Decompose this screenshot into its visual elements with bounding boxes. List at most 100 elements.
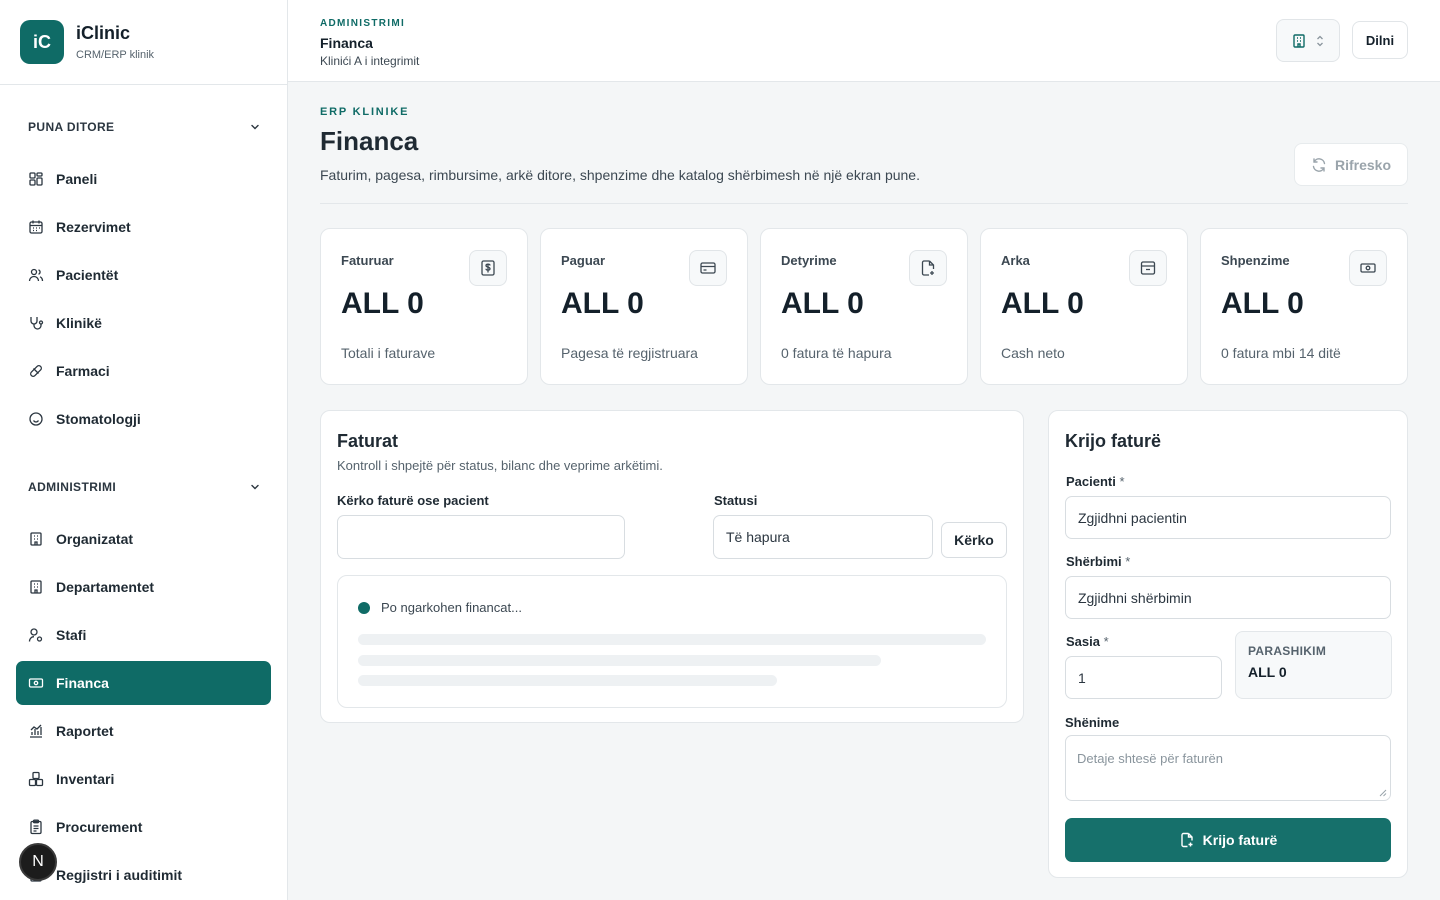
notes-label: Shënime xyxy=(1065,715,1120,730)
brand-subtitle: CRM/ERP klinik xyxy=(76,49,155,61)
chevron-down-icon xyxy=(251,484,259,490)
sidebar-item-organizatat[interactable]: Organizatat xyxy=(16,517,271,561)
sidebar-item-rezervimet[interactable]: Rezervimet xyxy=(16,205,271,249)
user-avatar[interactable]: N xyxy=(19,843,57,881)
create-invoice-button[interactable]: Krijo faturë xyxy=(1065,818,1391,862)
banknote-icon xyxy=(28,678,44,688)
invoices-subtitle: Kontroll i shpejtë për status, bilanc dh… xyxy=(337,458,663,473)
brand-name: iClinic xyxy=(76,23,131,43)
service-select[interactable]: Zgjidhni shërbimin xyxy=(1065,576,1391,619)
brand-logo: iC xyxy=(20,20,64,64)
refresh-label: Rifresko xyxy=(1334,156,1392,173)
skeleton-bar xyxy=(358,634,986,645)
preview-value: ALL 0 xyxy=(1248,664,1287,680)
preview-label: PARASHIKIM xyxy=(1248,644,1327,658)
brand[interactable]: iC iClinic CRM/ERP klinik xyxy=(0,0,287,85)
sidebar-item-label: Regjistri i auditimit xyxy=(56,867,183,883)
sidebar-item-klinike[interactable]: Klinikë xyxy=(16,301,271,345)
notes-textarea[interactable]: Detaje shtesë për faturën xyxy=(1065,735,1391,801)
building-icon xyxy=(1293,33,1305,48)
stat-card-arka: Arka ALL 0 Cash neto xyxy=(980,228,1188,385)
section-title: PUNA DITORE xyxy=(28,120,115,134)
resize-handle-icon[interactable] xyxy=(1379,789,1387,797)
loading-text: Po ngarkohen financat... xyxy=(381,600,522,615)
stat-hint: 0 fatura mbi 14 ditë xyxy=(1221,345,1341,361)
stat-value: ALL 0 xyxy=(1221,287,1304,320)
create-invoice-label: Krijo faturë xyxy=(1202,832,1278,848)
banknote-icon xyxy=(1349,250,1387,286)
sidebar-item-label: Paneli xyxy=(56,171,98,187)
sidebar-item-financa[interactable]: Financa xyxy=(16,661,271,705)
sidebar-item-label: Raportet xyxy=(56,723,114,739)
stat-card-detyrime: Detyrime ALL 0 0 fatura të hapura xyxy=(760,228,968,385)
file-plus-icon xyxy=(909,250,947,286)
stat-hint: Totali i faturave xyxy=(341,345,436,361)
sidebar-item-raportet[interactable]: Raportet xyxy=(16,709,271,753)
quantity-input[interactable]: 1 xyxy=(1065,656,1222,699)
stat-hint: Pagesa të regjistruara xyxy=(561,345,698,361)
refresh-icon xyxy=(1312,157,1326,172)
refresh-button[interactable]: Rifresko xyxy=(1294,143,1408,186)
stat-hint: 0 fatura të hapura xyxy=(781,345,892,361)
pill-icon xyxy=(30,365,42,377)
service-label: Shërbimi * xyxy=(1066,554,1131,569)
boxes-icon xyxy=(28,771,44,787)
stethoscope-icon xyxy=(30,317,44,330)
sidebar-item-departamentet[interactable]: Departamentet xyxy=(16,565,271,609)
status-select[interactable]: Të hapura xyxy=(713,515,933,559)
invoice-dollar-icon xyxy=(469,250,507,286)
invoices-title: Faturat xyxy=(337,431,399,451)
status-label: Statusi xyxy=(714,493,758,508)
sidebar-item-label: Rezervimet xyxy=(56,219,131,235)
loading-state: Po ngarkohen financat... xyxy=(337,575,1007,708)
organization-switcher[interactable] xyxy=(1276,19,1340,62)
users-icon xyxy=(28,268,44,282)
create-invoice-title: Krijo faturë xyxy=(1065,431,1162,451)
search-button[interactable]: Kërko xyxy=(941,522,1007,558)
invoice-search-input[interactable] xyxy=(337,515,625,559)
sidebar-item-stafi[interactable]: Stafi xyxy=(16,613,271,657)
notes-placeholder: Detaje shtesë për faturën xyxy=(1077,751,1223,766)
skeleton-bar xyxy=(358,655,881,666)
loading-indicator xyxy=(358,602,370,614)
search-label: Kërko faturë ose pacient xyxy=(337,493,489,508)
sidebar-item-paneli[interactable]: Paneli xyxy=(16,157,271,201)
logout-button[interactable]: Dilni xyxy=(1352,21,1408,59)
stat-label: Shpenzime xyxy=(1221,253,1290,268)
building-icon xyxy=(30,532,42,546)
sidebar-item-inventari[interactable]: Inventari xyxy=(16,757,271,801)
building-icon xyxy=(30,580,42,594)
topbar-subtitle: Klinići A i integrimit xyxy=(320,54,420,68)
sidebar-item-label: Organizatat xyxy=(56,531,134,547)
sidebar-item-farmaci[interactable]: Farmaci xyxy=(16,349,271,393)
stat-value: ALL 0 xyxy=(561,287,644,320)
stat-card-paguar: Paguar ALL 0 Pagesa të regjistruara xyxy=(540,228,748,385)
section-toggle-daily[interactable]: PUNA DITORE xyxy=(28,117,260,137)
smile-icon xyxy=(29,412,43,426)
sidebar: iC iClinic CRM/ERP klinik PUNA DITORE Pa… xyxy=(0,0,288,900)
stat-label: Arka xyxy=(1001,253,1030,268)
sidebar-item-label: Procurement xyxy=(56,819,143,835)
sidebar-item-procurement[interactable]: Procurement xyxy=(16,805,271,849)
sidebar-item-label: Stomatologji xyxy=(56,411,141,427)
sidebar-item-label: Financa xyxy=(56,675,109,691)
sidebar-item-label: Stafi xyxy=(56,627,87,643)
sidebar-item-label: Farmaci xyxy=(56,363,110,379)
invoices-panel: Faturat Kontroll i shpejtë për status, b… xyxy=(320,410,1024,723)
sidebar-item-pacientet[interactable]: Pacientët xyxy=(16,253,271,297)
page-eyebrow: ERP KLINIKE xyxy=(320,106,410,118)
stat-card-shpenzime: Shpenzime ALL 0 0 fatura mbi 14 ditë xyxy=(1200,228,1408,385)
sidebar-item-label: Departamentet xyxy=(56,579,155,595)
section-toggle-admin[interactable]: ADMINISTRIMI xyxy=(28,477,260,497)
breadcrumb-section: ADMINISTRIMI xyxy=(320,18,406,29)
stat-label: Faturuar xyxy=(341,253,394,268)
file-plus-icon xyxy=(1180,832,1193,848)
patient-select[interactable]: Zgjidhni pacientin xyxy=(1065,496,1391,539)
calendar-icon xyxy=(29,220,43,234)
topbar-title: Financa xyxy=(320,35,373,51)
cash-drawer-icon xyxy=(1129,250,1167,286)
patient-label: Pacienti * xyxy=(1066,474,1125,489)
sidebar-item-stomatologji[interactable]: Stomatologji xyxy=(16,397,271,441)
header-divider xyxy=(320,203,1408,204)
stat-value: ALL 0 xyxy=(1001,287,1084,320)
